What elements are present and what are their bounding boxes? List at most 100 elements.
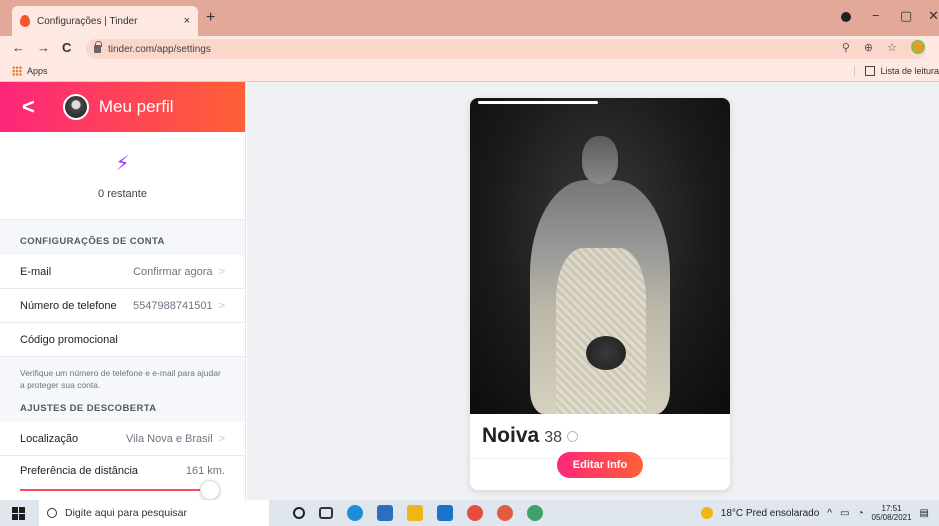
distance-slider[interactable]	[20, 480, 220, 500]
email-label: E-mail	[20, 265, 52, 278]
minimize-button[interactable]: −	[872, 8, 880, 23]
bookmarks-bar: Apps Lista de leitura	[0, 62, 939, 82]
boost-panel[interactable]: ⚡ 0 restante	[0, 132, 245, 220]
tab-close-icon[interactable]: ×	[184, 15, 190, 27]
weather-sun-icon	[700, 507, 713, 519]
apps-grid-icon	[12, 66, 22, 76]
main-area: Noiva 38 Editar Info	[247, 82, 939, 500]
profile-age: 38	[544, 429, 562, 446]
photo-dress	[556, 248, 646, 414]
cortana-icon[interactable]	[293, 507, 305, 519]
browser-toolbar: ← → C tinder.com/app/settings ⚲ ⊕ ☆	[0, 36, 939, 62]
new-tab-button[interactable]: +	[206, 9, 215, 27]
url-text: tinder.com/app/settings	[108, 43, 211, 55]
taskbar-apps	[293, 505, 543, 521]
clock-time: 17:51	[881, 504, 902, 513]
avatar[interactable]	[62, 94, 89, 120]
weather-text[interactable]: 18°C Pred ensolarado	[721, 508, 820, 519]
chevron-right-icon: >	[218, 432, 225, 445]
photo-head	[582, 136, 618, 184]
record-indicator-icon	[841, 12, 851, 22]
battery-icon[interactable]: ▭	[840, 508, 849, 519]
phone-value: 5547988741501 >	[133, 300, 225, 312]
back-button[interactable]: ←	[12, 40, 25, 55]
reading-list-label: Lista de leitura	[880, 66, 939, 76]
distance-preference: Preferência de distância 161 km.	[0, 456, 245, 500]
chrome-canary-icon[interactable]	[527, 505, 543, 521]
card-info: Noiva 38	[470, 414, 730, 448]
apps-shortcut[interactable]: Apps	[12, 66, 48, 76]
tab-title: Configurações | Tinder	[37, 15, 138, 27]
reading-list-icon	[865, 66, 876, 76]
task-view-icon[interactable]	[319, 507, 333, 519]
chevron-right-icon: >	[218, 265, 225, 278]
windows-start-icon[interactable]	[12, 506, 25, 520]
chrome-profile-icon[interactable]	[497, 505, 513, 521]
photo-progress-bar	[478, 101, 598, 104]
phone-number: 5547988741501	[133, 299, 213, 312]
maximize-button[interactable]: ▢	[900, 8, 912, 24]
search-icon	[47, 508, 57, 518]
email-value: Confirmar agora >	[133, 266, 225, 278]
file-explorer-icon[interactable]	[407, 505, 423, 521]
settings-sidebar: < Meu perfil ⚡ 0 restante CONFIGURAÇÕES …	[0, 82, 246, 500]
windows-taskbar: Digite aqui para pesquisar 18°C Pred ens…	[0, 500, 939, 526]
location-value: Vila Nova e Brasil >	[126, 433, 225, 445]
edit-info-button[interactable]: Editar Info	[557, 452, 643, 478]
sidebar-header: < Meu perfil	[0, 82, 245, 132]
boost-remaining: 0 restante	[98, 188, 147, 200]
browser-tab-strip: Configurações | Tinder × + − ▢ ✕	[0, 0, 939, 36]
email-status: Confirmar agora	[133, 265, 213, 278]
chrome-icon[interactable]	[467, 505, 483, 521]
apps-label: Apps	[27, 66, 48, 76]
sidebar-title[interactable]: Meu perfil	[99, 97, 174, 117]
promo-code-label: Código promocional	[20, 333, 118, 346]
extensions-icon[interactable]: ⊕	[864, 41, 873, 54]
location-pin-icon[interactable]: ⚲	[842, 41, 850, 54]
profile-photo[interactable]	[470, 98, 730, 414]
close-window-button[interactable]: ✕	[928, 8, 939, 24]
system-tray: 18°C Pred ensolarado ^ ▭ ◔ 17:51 05/08/2…	[700, 500, 929, 526]
edge-icon[interactable]	[347, 505, 363, 521]
verified-badge-icon	[566, 431, 578, 442]
profile-card: Noiva 38 Editar Info	[470, 98, 730, 490]
store-icon[interactable]	[377, 505, 393, 521]
clock[interactable]: 17:51 05/08/2021	[872, 504, 912, 522]
tinder-flame-icon	[20, 15, 30, 27]
profile-name: Noiva	[482, 424, 540, 447]
location-label: Localização	[20, 432, 79, 445]
account-settings-heading: CONFIGURAÇÕES DE CONTA	[20, 236, 165, 247]
discovery-settings-heading: AJUSTES DE DESCOBERTA	[20, 403, 157, 414]
lock-icon	[94, 41, 102, 53]
distance-slider-handle[interactable]	[200, 480, 220, 500]
forward-button[interactable]: →	[37, 40, 50, 55]
taskbar-search-placeholder: Digite aqui para pesquisar	[65, 507, 187, 519]
location-row[interactable]: Localização Vila Nova e Brasil >	[0, 422, 245, 456]
boost-bolt-icon: ⚡	[115, 153, 130, 175]
taskbar-search[interactable]: Digite aqui para pesquisar	[39, 500, 269, 526]
profile-avatar-icon[interactable]	[911, 40, 925, 54]
photo-bouquet	[586, 336, 626, 370]
wifi-icon[interactable]: ◔	[857, 508, 863, 519]
phone-row[interactable]: Número de telefone 5547988741501 >	[0, 289, 245, 323]
bookmark-star-icon[interactable]: ☆	[887, 41, 897, 54]
promo-code-row[interactable]: Código promocional	[0, 323, 245, 357]
mail-icon[interactable]	[437, 505, 453, 521]
distance-value: 161 km.	[185, 465, 225, 477]
notifications-icon[interactable]: ▤	[920, 508, 929, 519]
screen: Configurações | Tinder × + − ▢ ✕ ← → C t…	[0, 0, 939, 526]
chevron-right-icon: >	[218, 299, 225, 312]
address-bar-actions: ⚲ ⊕ ☆	[842, 40, 925, 54]
distance-label: Preferência de distância	[20, 465, 139, 477]
reload-button[interactable]: C	[62, 40, 71, 55]
phone-label: Número de telefone	[20, 299, 117, 312]
back-chevron-icon[interactable]: <	[22, 94, 35, 120]
address-bar[interactable]: tinder.com/app/settings	[86, 39, 926, 59]
clock-date: 05/08/2021	[871, 513, 912, 522]
reading-list-button[interactable]: Lista de leitura	[854, 66, 939, 76]
email-row[interactable]: E-mail Confirmar agora >	[0, 255, 245, 289]
tray-chevron-icon[interactable]: ^	[827, 508, 832, 519]
browser-tab[interactable]: Configurações | Tinder ×	[12, 6, 198, 36]
location-text: Vila Nova e Brasil	[125, 432, 213, 445]
verification-hint: Verifique um número de telefone e e-mail…	[20, 368, 221, 390]
